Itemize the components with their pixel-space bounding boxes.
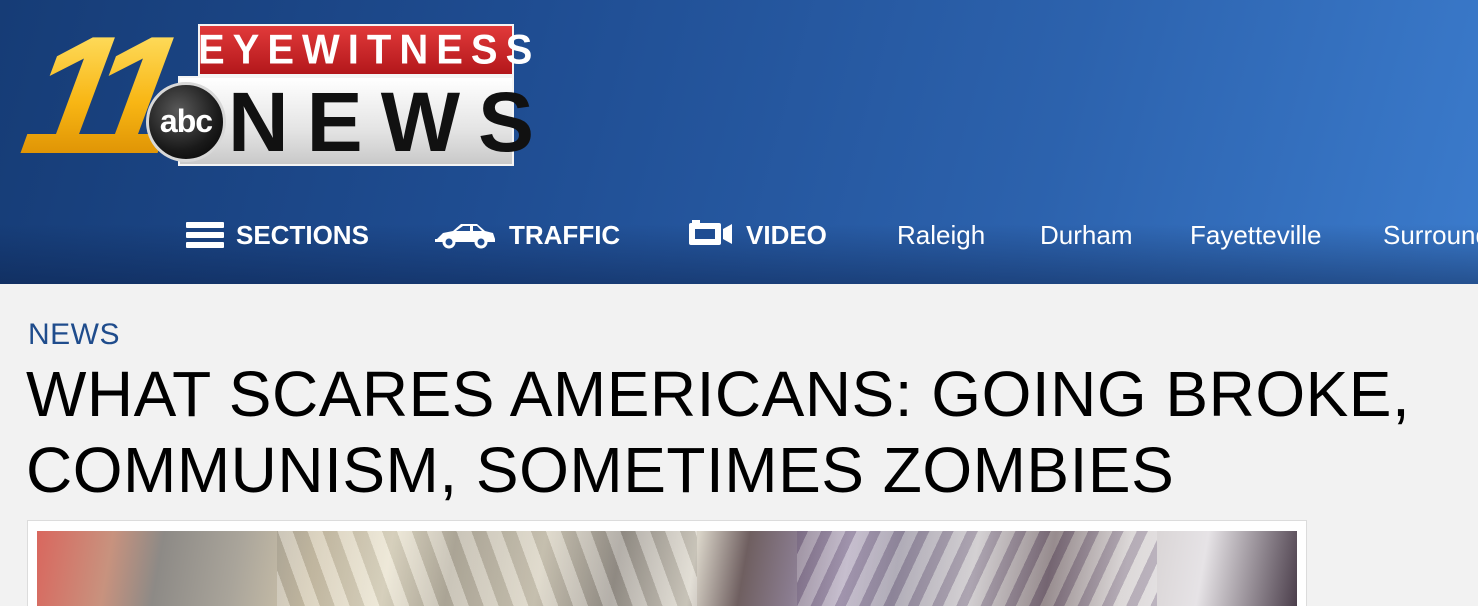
headline-line-2: COMMUNISM, SOMETIMES ZOMBIES bbox=[26, 434, 1175, 506]
car-icon bbox=[433, 221, 497, 249]
nav-video-label: VIDEO bbox=[746, 219, 827, 250]
nav-sections-button[interactable]: SECTIONS bbox=[186, 200, 369, 270]
nav-video-button[interactable]: VIDEO bbox=[688, 200, 827, 270]
nav-location-durham[interactable]: Durham bbox=[1040, 200, 1132, 270]
logo-news-text: NEWS bbox=[228, 75, 552, 169]
article-hero-image[interactable] bbox=[37, 531, 1297, 606]
nav-traffic-button[interactable]: TRAFFIC bbox=[433, 200, 620, 270]
video-camera-icon bbox=[688, 220, 734, 250]
article-category-link[interactable]: NEWS bbox=[28, 318, 120, 352]
nav-location-label: Surround bbox=[1383, 219, 1478, 250]
abc-network-text: abc bbox=[159, 103, 213, 139]
nav-location-label: Durham bbox=[1040, 219, 1133, 250]
headline-line-1: WHAT SCARES AMERICANS: GOING BROKE, bbox=[26, 358, 1411, 430]
main-navigation: SECTIONS TRAFFIC VIDEO Raleigh Durham Fa… bbox=[0, 200, 1478, 270]
nav-location-label: Raleigh bbox=[897, 219, 986, 250]
article-headline: WHAT SCARES AMERICANS: GOING BROKE, COMM… bbox=[26, 356, 1456, 508]
logo-eyewitness-text: EYEWITNESS bbox=[198, 26, 541, 74]
nav-location-fayetteville[interactable]: Fayetteville bbox=[1190, 200, 1322, 270]
nav-traffic-label: TRAFFIC bbox=[509, 219, 621, 250]
nav-sections-label: SECTIONS bbox=[236, 219, 369, 250]
station-logo[interactable]: 11 EYEWITNESS NEWS abc bbox=[11, 1, 552, 189]
nav-location-surrounding[interactable]: Surround bbox=[1383, 200, 1478, 270]
site-header: 11 EYEWITNESS NEWS abc SECTIONS TRAFFIC bbox=[0, 0, 1478, 284]
nav-location-raleigh[interactable]: Raleigh bbox=[897, 200, 985, 270]
hamburger-menu-icon bbox=[186, 218, 224, 252]
nav-location-label: Fayetteville bbox=[1190, 219, 1322, 250]
